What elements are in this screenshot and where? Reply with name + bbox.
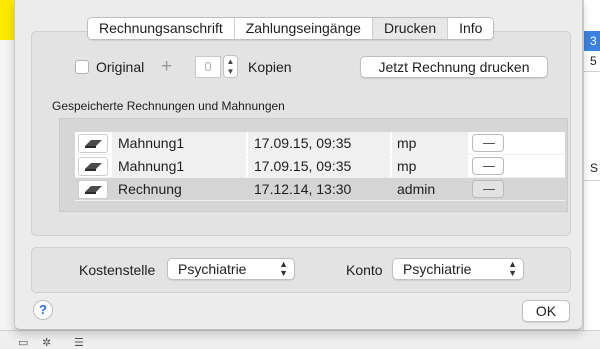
delete-document-button[interactable] (472, 134, 504, 152)
chevron-updown-icon: ▲ ▼ (508, 259, 517, 278)
help-icon[interactable]: ? (33, 300, 53, 320)
document-name: Rechnung (118, 181, 182, 197)
kostenstelle-label: Kostenstelle (79, 262, 156, 278)
konto-select[interactable]: Psychiatrie ▲ ▼ (392, 258, 524, 280)
document-name: Mahnung1 (112, 155, 246, 178)
background-row[interactable]: S (584, 158, 600, 178)
document-date: 17.09.15, 09:35 (248, 155, 390, 178)
kostenstelle-value: Psychiatrie (178, 261, 247, 277)
background-toolbar (0, 330, 600, 348)
document-icon (78, 157, 108, 176)
background-divider (584, 180, 600, 181)
document-user: mp (392, 155, 468, 178)
original-label: Original (96, 59, 145, 75)
document-user: admin (397, 181, 436, 197)
background-row-selected[interactable]: 3 (584, 31, 600, 51)
tab-drucken[interactable]: Drucken (372, 18, 449, 39)
background-window-left (0, 0, 14, 348)
copies-input[interactable]: 0 (195, 56, 221, 78)
copies-label: Kopien (248, 59, 292, 75)
table-row[interactable]: Mahnung1 17.09.15, 09:35 mp (75, 132, 565, 155)
tab-rechnungsanschrift[interactable]: Rechnungsanschrift (88, 18, 235, 39)
delete-document-button[interactable] (472, 180, 504, 198)
document-name: Mahnung1 (112, 132, 246, 155)
konto-label: Konto (346, 262, 383, 278)
background-divider (584, 71, 600, 72)
background-row[interactable]: 5 (584, 51, 600, 71)
konto-value: Psychiatrie (403, 261, 472, 277)
print-invoice-button[interactable]: Jetzt Rechnung drucken (360, 56, 548, 78)
tab-info[interactable]: Info (448, 18, 494, 39)
table-row-selected[interactable]: Rechnung 17.12.14, 13:30 admin (75, 178, 565, 201)
kostenstelle-select[interactable]: Psychiatrie ▲ ▼ (167, 258, 295, 280)
saved-documents-list: Mahnung1 17.09.15, 09:35 mp Mahnung1 17.… (59, 118, 568, 212)
gear-icon[interactable]: ✲ (42, 336, 51, 349)
tab-bar: Rechnungsanschrift Zahlungseingänge Druc… (87, 17, 495, 40)
document-icon (78, 180, 108, 199)
saved-section-title: Gespeicherte Rechnungen und Mahnungen (52, 99, 285, 113)
print-icon[interactable]: ▭ (18, 336, 28, 349)
list-icon[interactable]: ☰ (74, 336, 84, 349)
plus-icon[interactable]: + (161, 56, 172, 78)
tab-zahlungseingaenge[interactable]: Zahlungseingänge (234, 18, 373, 39)
chevron-updown-icon: ▲ ▼ (279, 259, 288, 278)
table-row[interactable]: Mahnung1 17.09.15, 09:35 mp (75, 155, 565, 178)
document-user: mp (392, 132, 468, 155)
saved-documents-table: Mahnung1 17.09.15, 09:35 mp Mahnung1 17.… (75, 132, 565, 201)
copies-stepper[interactable]: ▲ ▼ (223, 55, 238, 78)
invoice-sheet: Rechnungsanschrift Zahlungseingänge Druc… (14, 0, 583, 330)
original-checkbox[interactable] (75, 60, 89, 74)
document-date: 17.12.14, 13:30 (254, 181, 352, 197)
document-icon (78, 134, 108, 153)
ok-button[interactable]: OK (522, 300, 570, 322)
document-date: 17.09.15, 09:35 (248, 132, 390, 155)
delete-document-button[interactable] (472, 157, 504, 175)
